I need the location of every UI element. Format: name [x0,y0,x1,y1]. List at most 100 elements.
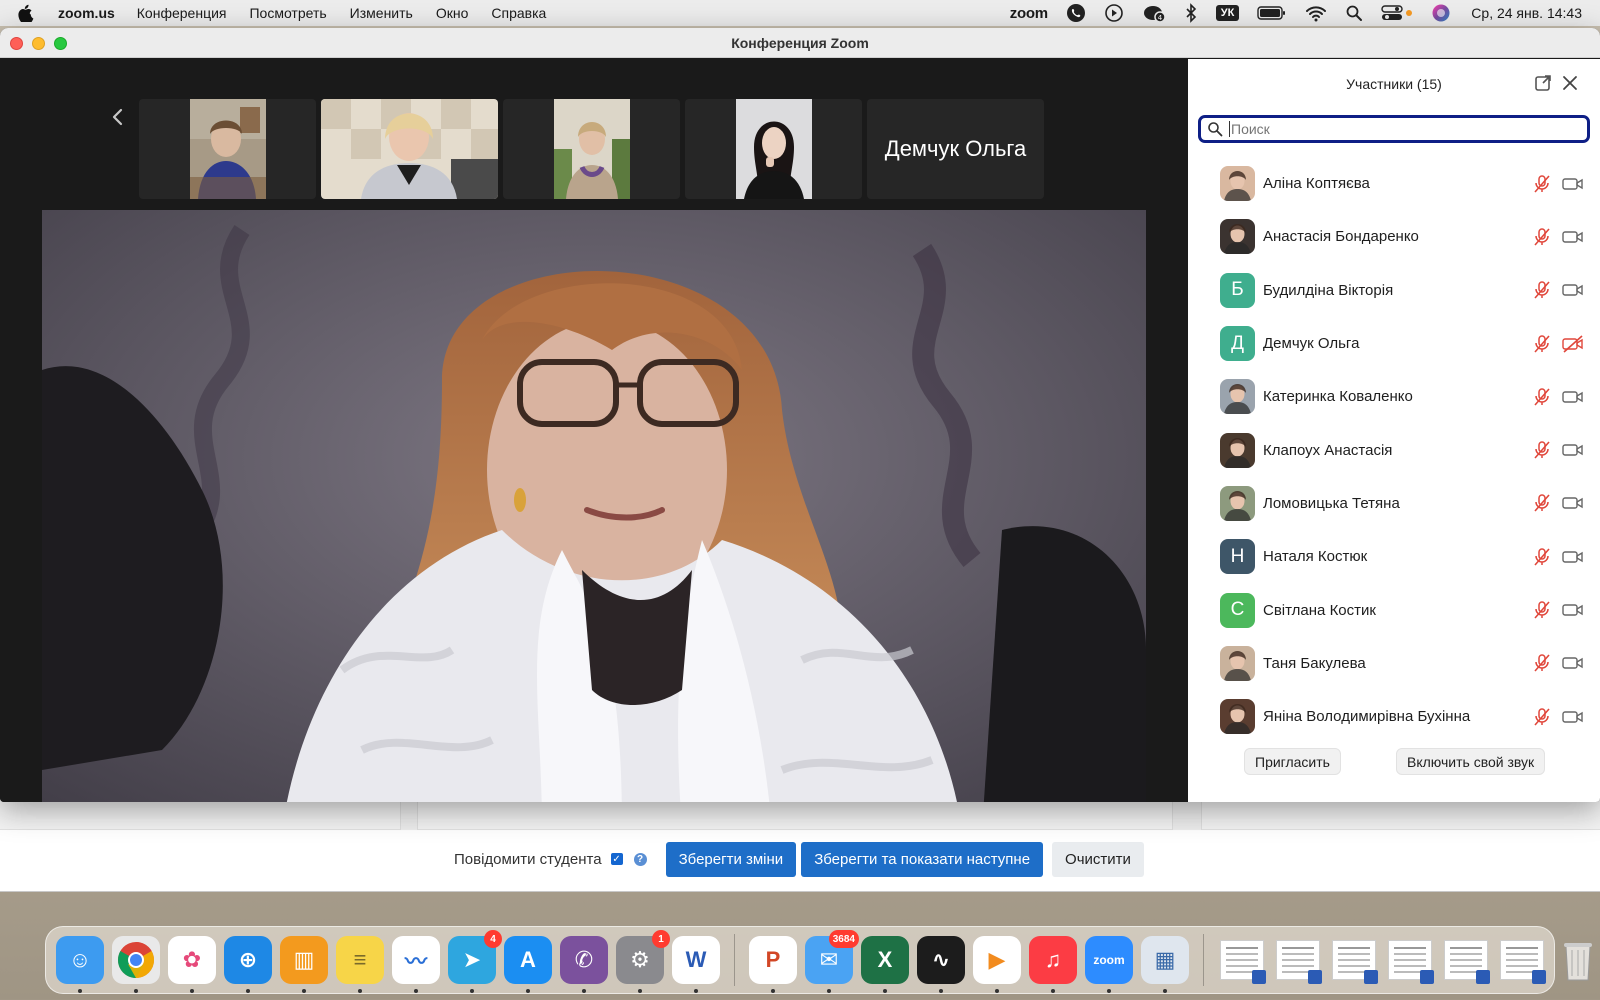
bluetooth-icon[interactable] [1184,3,1198,23]
participant-row[interactable]: Аліна Коптяєва [1188,157,1600,210]
menu-help[interactable]: Справка [491,5,546,21]
avatar-photo-icon [1224,384,1251,415]
participant-row[interactable]: Яніна Володимирівна Бухінна [1188,690,1600,743]
close-panel-icon[interactable] [1560,73,1580,93]
input-language-indicator[interactable]: УК [1215,5,1240,21]
participant-row[interactable]: Таня Бакулева [1188,637,1600,690]
muted-microphone-icon [1534,441,1550,459]
menubar-clock[interactable]: Ср, 24 янв. 14:43 [1471,5,1582,21]
preview-icon[interactable]: ▦ [1141,936,1189,993]
siri-icon[interactable] [1431,3,1451,23]
wifi-icon[interactable] [1305,4,1327,22]
books-icon[interactable]: ▥ [280,936,328,993]
notes-icon[interactable]: ≡ [336,936,384,993]
participant-video-thumbnail[interactable] [685,99,862,199]
running-indicator [78,989,82,993]
participant-row[interactable]: Н Наталя Костюк [1188,530,1600,583]
running-indicator [414,989,418,993]
apple-logo-icon[interactable] [18,4,34,22]
window-close-button[interactable] [10,37,23,50]
participant-status-icons [1532,600,1584,620]
recent-document-thumbnail[interactable] [1218,936,1266,984]
save-changes-button[interactable]: Зберегти зміни [665,841,797,877]
svg-text:4: 4 [1158,14,1163,22]
participant-video-thumbnail[interactable] [321,99,498,199]
participant-row[interactable]: Б Будилдіна Вікторія [1188,264,1600,317]
photos-icon[interactable]: ✿ [168,936,216,993]
save-and-show-next-button[interactable]: Зберегти та показати наступне [801,841,1044,877]
safari-icon[interactable]: ⊕ [224,936,272,993]
word-icon[interactable]: W [672,936,720,993]
active-speaker-video[interactable] [42,210,1146,802]
zoom-tile: zoom [1085,936,1133,984]
recent-document-thumbnail[interactable] [1386,936,1434,984]
menu-edit[interactable]: Изменить [350,5,413,21]
battery-icon[interactable] [1257,5,1287,21]
viber-status-icon[interactable] [1066,3,1086,23]
invite-button[interactable]: Пригласить [1244,748,1341,775]
menubar-status-area: zoom 4 УК Ср, 24 янв. 14:43 [992,3,1582,23]
running-indicator [1163,989,1167,993]
participant-avatar: С [1220,592,1255,628]
participant-name-tile[interactable]: Демчук Ольга [867,99,1044,199]
gallery-prev-button[interactable] [106,105,130,129]
participant-row[interactable]: С Світлана Костик [1188,583,1600,636]
help-icon[interactable]: ? [633,852,647,866]
infuse-icon[interactable]: ▶ [973,936,1021,993]
participant-row[interactable]: Катеринка Коваленко [1188,370,1600,423]
play-status-icon[interactable] [1104,3,1124,23]
spotlight-search-icon[interactable] [1345,4,1363,22]
control-center-icon[interactable] [1381,4,1413,22]
notify-student-checkbox[interactable]: ✓ [610,853,623,865]
participant-row[interactable]: Клапоух Анастасія [1188,423,1600,476]
participant-row[interactable]: Д Демчук Ольга [1188,317,1600,370]
freeform-icon[interactable]: 〰 [392,936,440,993]
telegram-icon[interactable]: ➤ 4 [448,930,502,993]
muted-microphone-icon [1534,281,1550,299]
music-icon[interactable]: ♫ [1029,936,1077,993]
participant-video-thumbnail[interactable] [503,99,680,199]
participant-video-feed [190,99,266,199]
mail-icon[interactable]: ✉ 3684 [805,930,859,993]
menu-view[interactable]: Посмотреть [249,5,326,21]
activity-monitor-icon[interactable]: ∿ [917,936,965,993]
infuse-tile: ▶ [973,936,1021,984]
running-indicator [246,989,250,993]
avatar-photo-icon [1224,437,1251,468]
muted-microphone-icon [1534,388,1550,406]
participants-search-input[interactable] [1229,121,1569,137]
excel-icon[interactable]: X [861,936,909,993]
window-minimize-button[interactable] [32,37,45,50]
menu-app-name[interactable]: zoom.us [58,5,115,21]
window-maximize-button[interactable] [54,37,67,50]
finder-icon[interactable]: ☺ [56,936,104,993]
participant-video-feed [321,99,498,199]
app-store-icon[interactable]: A [504,936,552,993]
unmute-self-button[interactable]: Включить свой звук [1396,748,1546,775]
clear-button[interactable]: Очистити [1052,841,1144,877]
video-off-icon [1562,334,1583,353]
recent-document-thumbnail[interactable] [1498,936,1546,984]
trash-icon[interactable] [1554,936,1600,984]
participant-row[interactable]: Анастасія Бондаренко [1188,210,1600,263]
photos-tile: ✿ [168,936,216,984]
recent-document-thumbnail[interactable] [1442,936,1490,984]
participant-video-thumbnail[interactable] [139,99,316,199]
chrome-icon[interactable] [112,936,160,993]
system-settings-icon[interactable]: ⚙ 1 [616,930,670,993]
viber-icon[interactable]: ✆ [560,936,608,993]
recent-document-thumbnail[interactable] [1330,936,1378,984]
menu-conference[interactable]: Конференция [137,5,227,21]
participant-status-icons [1532,707,1584,727]
pop-out-icon[interactable] [1534,74,1552,92]
participant-name: Аліна Коптяєва [1263,175,1370,193]
menu-window[interactable]: Окно [436,5,469,21]
participants-search-box[interactable] [1198,115,1590,143]
participant-name: Демчук Ольга [1263,335,1360,353]
zoom-status-item[interactable]: zoom [1010,5,1048,22]
recent-document-thumbnail[interactable] [1274,936,1322,984]
participant-row[interactable]: Ломовицька Тетяна [1188,477,1600,530]
powerpoint-icon[interactable]: P [749,936,797,993]
zoom-icon[interactable]: zoom [1085,936,1133,993]
creative-cloud-status-icon[interactable]: 4 [1142,3,1166,23]
